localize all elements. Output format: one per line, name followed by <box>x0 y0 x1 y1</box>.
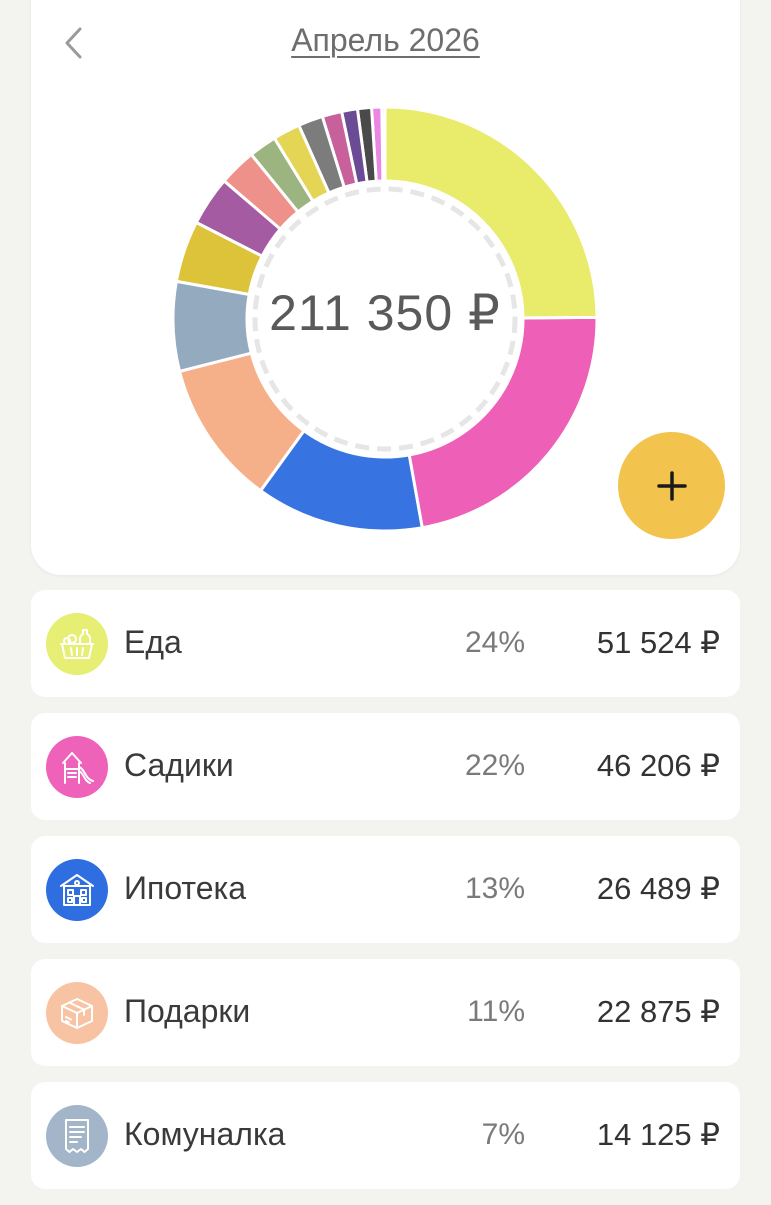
category-row-mortgage[interactable]: Ипотека 13% 26 489 ₽ <box>31 836 740 943</box>
category-amount: 14 125 ₽ <box>596 1117 720 1152</box>
category-name: Подарки <box>124 993 251 1029</box>
category-name: Садики <box>124 747 234 783</box>
gift-box-icon <box>61 998 93 1029</box>
category-list: Еда 24% 51 524 ₽ Садики 22% 46 206 ₽ Ипо… <box>31 590 740 1205</box>
category-row-food[interactable]: Еда 24% 51 524 ₽ <box>31 590 740 697</box>
category-row-utilities[interactable]: Комуналка 7% 14 125 ₽ <box>31 1082 740 1189</box>
category-icon-circle <box>46 1105 108 1167</box>
category-amount: 22 875 ₽ <box>596 994 720 1029</box>
category-name: Еда <box>124 624 182 660</box>
category-row-kindergarten[interactable]: Садики 22% 46 206 ₽ <box>31 713 740 820</box>
category-percent: 24% <box>464 626 525 659</box>
food-basket-icon <box>60 629 94 659</box>
month-selector[interactable]: Апрель 2026 <box>0 22 771 59</box>
category-icon-circle <box>46 736 108 798</box>
category-percent: 7% <box>481 1118 525 1151</box>
category-icon-circle <box>46 982 108 1044</box>
category-icon-circle <box>46 613 108 675</box>
plus-icon <box>656 470 687 501</box>
category-icon-circle <box>46 859 108 921</box>
category-amount: 51 524 ₽ <box>596 625 720 660</box>
category-percent: 11% <box>467 995 525 1028</box>
category-amount: 46 206 ₽ <box>596 748 720 783</box>
category-amount: 26 489 ₽ <box>596 871 720 906</box>
category-name: Комуналка <box>124 1116 286 1152</box>
add-expense-button[interactable] <box>618 432 725 539</box>
playground-icon <box>62 752 94 784</box>
receipt-icon <box>65 1119 89 1153</box>
category-name: Ипотека <box>124 870 247 906</box>
category-row-gifts[interactable]: Подарки 11% 22 875 ₽ <box>31 959 740 1066</box>
donut-slice-1 <box>407 315 597 530</box>
house-icon <box>60 874 94 906</box>
category-percent: 22% <box>464 749 525 782</box>
total-amount: 211 350 ₽ <box>269 285 501 341</box>
category-percent: 13% <box>464 872 525 905</box>
